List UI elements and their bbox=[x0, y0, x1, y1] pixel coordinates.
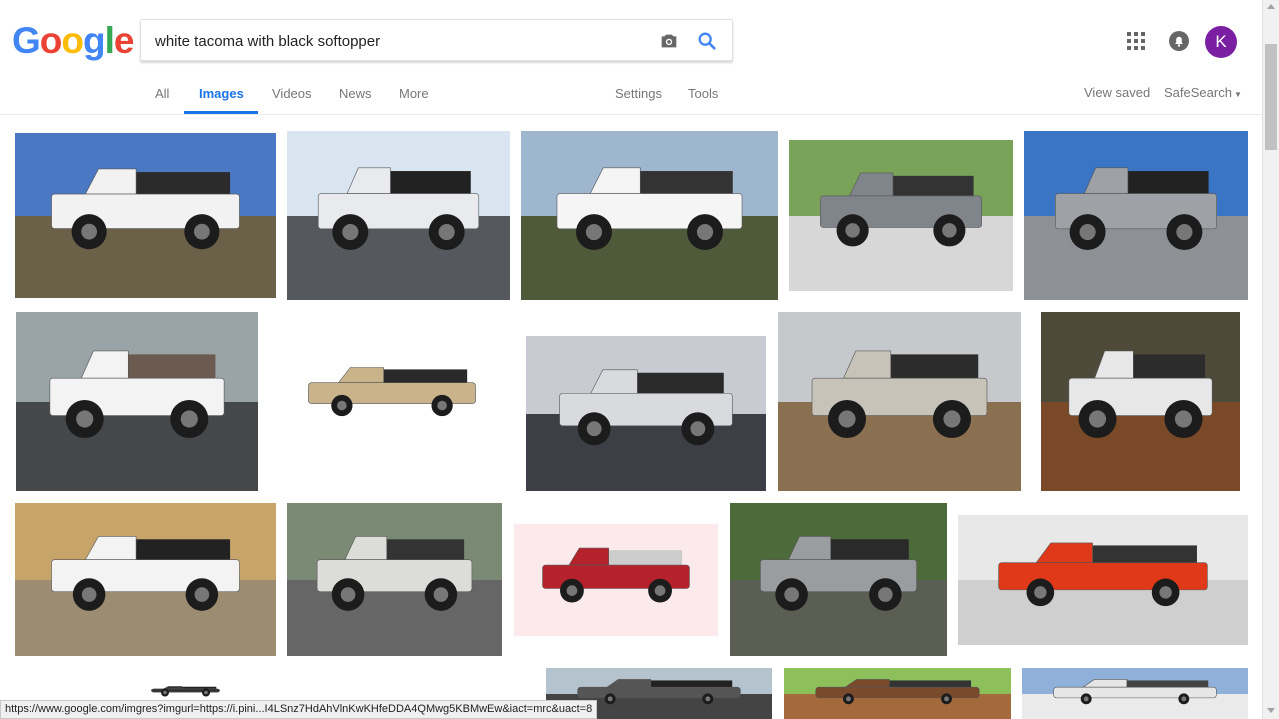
search-input[interactable] bbox=[155, 30, 635, 52]
active-tab-indicator bbox=[184, 111, 258, 114]
logo-letter: o bbox=[61, 20, 84, 61]
camera-icon[interactable] bbox=[658, 30, 680, 52]
image-result-thumbnail[interactable] bbox=[287, 503, 502, 656]
truck-photo bbox=[15, 503, 276, 656]
logo-letter: G bbox=[12, 20, 41, 61]
status-bar-url: https://www.google.com/imgres?imgurl=htt… bbox=[0, 700, 598, 719]
truck-photo bbox=[287, 131, 510, 300]
truck-photo bbox=[784, 668, 1011, 719]
settings-link[interactable]: Settings bbox=[615, 86, 662, 101]
truck-photo bbox=[958, 515, 1248, 645]
truck-photo bbox=[514, 524, 718, 636]
tab-news[interactable]: News bbox=[339, 86, 372, 101]
image-result-thumbnail[interactable] bbox=[287, 131, 510, 300]
logo-letter: g bbox=[83, 20, 106, 61]
image-result-thumbnail[interactable] bbox=[526, 336, 766, 491]
notifications-icon[interactable] bbox=[1168, 30, 1190, 52]
logo-letter: l bbox=[104, 20, 115, 61]
truck-photo bbox=[15, 133, 276, 298]
tab-more[interactable]: More bbox=[399, 86, 429, 101]
google-logo[interactable]: Google bbox=[12, 20, 135, 62]
image-result-thumbnail[interactable] bbox=[276, 346, 508, 446]
chevron-down-icon: ▼ bbox=[1233, 90, 1242, 99]
tab-images[interactable]: Images bbox=[199, 86, 244, 101]
truck-photo bbox=[778, 312, 1021, 491]
truck-photo bbox=[138, 683, 233, 699]
search-box[interactable] bbox=[140, 19, 733, 61]
safesearch-label: SafeSearch bbox=[1164, 85, 1232, 100]
search-results-page: Google K All bbox=[0, 0, 1279, 719]
tab-all[interactable]: All bbox=[155, 86, 169, 101]
image-result-thumbnail[interactable] bbox=[16, 312, 258, 491]
truck-photo bbox=[526, 336, 766, 491]
truck-photo bbox=[16, 312, 258, 491]
truck-photo bbox=[276, 346, 508, 446]
scrollbar[interactable] bbox=[1262, 0, 1279, 719]
safesearch-dropdown[interactable]: SafeSearch ▼ bbox=[1164, 85, 1242, 100]
image-result-thumbnail[interactable] bbox=[514, 524, 718, 636]
image-result-thumbnail[interactable] bbox=[15, 133, 276, 298]
truck-photo bbox=[1022, 668, 1248, 719]
truck-photo bbox=[789, 140, 1013, 291]
image-result-thumbnail[interactable] bbox=[1024, 131, 1248, 300]
truck-photo bbox=[730, 503, 947, 656]
scroll-thumb[interactable] bbox=[1265, 44, 1277, 150]
scroll-up-arrow-icon[interactable] bbox=[1267, 4, 1275, 9]
image-result-thumbnail[interactable] bbox=[789, 140, 1013, 291]
tab-videos[interactable]: Videos bbox=[272, 86, 312, 101]
image-result-thumbnail[interactable] bbox=[730, 503, 947, 656]
image-result-thumbnail[interactable] bbox=[958, 515, 1248, 645]
image-result-thumbnail[interactable] bbox=[778, 312, 1021, 491]
truck-photo bbox=[1024, 131, 1248, 300]
image-result-thumbnail[interactable] bbox=[15, 503, 276, 656]
image-result-thumbnail[interactable] bbox=[784, 668, 1011, 719]
truck-photo bbox=[521, 131, 778, 300]
logo-letter: e bbox=[113, 20, 135, 61]
tools-link[interactable]: Tools bbox=[688, 86, 718, 101]
truck-photo bbox=[1041, 312, 1240, 491]
truck-photo bbox=[287, 503, 502, 656]
search-icon[interactable] bbox=[696, 30, 718, 52]
image-result-thumbnail[interactable] bbox=[138, 683, 233, 699]
logo-letter: o bbox=[39, 20, 63, 61]
apps-grid-icon[interactable] bbox=[1127, 32, 1145, 50]
header: Google K All bbox=[0, 0, 1279, 115]
view-saved-link[interactable]: View saved bbox=[1084, 85, 1150, 100]
image-result-thumbnail[interactable] bbox=[1041, 312, 1240, 491]
account-avatar[interactable]: K bbox=[1205, 26, 1237, 58]
scroll-down-arrow-icon[interactable] bbox=[1267, 708, 1275, 713]
image-result-thumbnail[interactable] bbox=[1022, 668, 1248, 719]
image-result-thumbnail[interactable] bbox=[521, 131, 778, 300]
